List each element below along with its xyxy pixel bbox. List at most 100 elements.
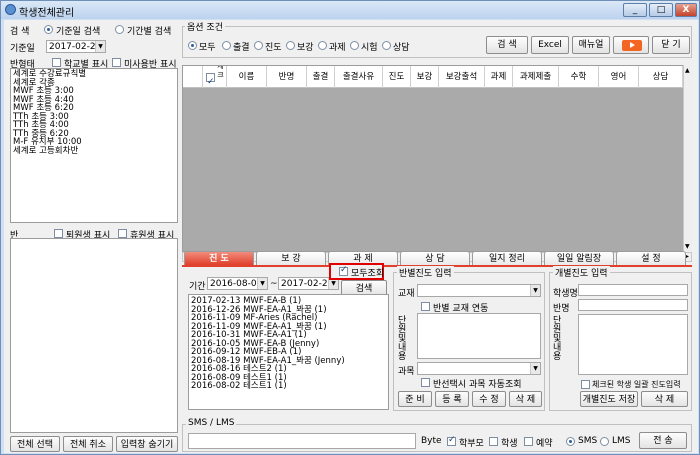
progress-entry-list[interactable]: 2017-02-13 MWF-EA-B (1) 2016-12-26 MWF-E…	[188, 294, 389, 410]
scroll-up-icon[interactable]: ▲	[685, 67, 690, 74]
radio-homework[interactable]	[318, 41, 327, 50]
textbook-select[interactable]: ▼	[417, 284, 541, 297]
tab-progress[interactable]: 진 도	[184, 251, 254, 265]
tab-settings[interactable]: 설 정	[616, 251, 686, 265]
grid-header-counsel[interactable]: 상담	[639, 66, 683, 88]
student-grid[interactable]: 체크 이름 반명 출결 출결사유 진도 보강 보강출석 과제 과제제출 수학 영…	[182, 65, 692, 252]
save-individual-button[interactable]: 개별진도 저장	[580, 391, 638, 407]
class-name-label: 반명	[553, 304, 570, 314]
chevron-down-icon[interactable]: ▼	[530, 285, 540, 296]
chevron-down-icon[interactable]: ▼	[530, 363, 540, 374]
grid-header-makeup[interactable]: 보강	[411, 66, 439, 88]
sms-message-field[interactable]	[188, 433, 416, 449]
send-button[interactable]: 전 송	[639, 432, 687, 449]
individual-delete-button[interactable]: 삭 제	[641, 391, 688, 407]
title-bar: 학생전체관리 _ □ X	[1, 1, 699, 19]
check-show-unused-class[interactable]	[112, 58, 121, 67]
check-parent[interactable]	[447, 435, 456, 446]
video-help-button[interactable]	[613, 36, 649, 54]
video-icon	[622, 40, 642, 51]
student-name-field[interactable]	[578, 284, 688, 296]
grid-header-attendance[interactable]: 출결	[307, 66, 335, 88]
radio-all[interactable]	[188, 41, 197, 50]
grid-check-all[interactable]	[206, 71, 215, 93]
check-student[interactable]	[489, 437, 498, 446]
check-reserve[interactable]	[524, 437, 533, 446]
class-unit-textarea[interactable]	[417, 313, 541, 359]
check-batch-progress[interactable]	[581, 380, 590, 389]
grid-header-check[interactable]: 체크	[203, 65, 227, 93]
radio-base-date-search-label: 기준일 검색	[56, 27, 101, 37]
period-from-picker[interactable]: 2016-08-01 ▼	[207, 277, 268, 290]
radio-progress[interactable]	[254, 41, 263, 50]
window-title: 학생전체관리	[19, 8, 75, 19]
radio-makeup-label: 보강	[297, 43, 314, 53]
manual-button[interactable]: 매뉴얼	[572, 36, 610, 54]
period-label: 기간	[189, 282, 206, 292]
radio-sms-label: SMS	[578, 436, 598, 446]
show-all-label: 모두조회	[351, 269, 385, 279]
check-show-withdrawn[interactable]	[54, 229, 63, 238]
deselect-all-button[interactable]: 전체 취소	[63, 436, 113, 452]
search-label: 검 색	[10, 27, 30, 37]
check-show-by-school[interactable]	[52, 58, 61, 67]
edit-button[interactable]: 수 정	[472, 391, 506, 407]
chevron-down-icon[interactable]: ▼	[95, 41, 105, 52]
radio-makeup[interactable]	[286, 41, 295, 50]
radio-exam[interactable]	[350, 41, 359, 50]
radio-base-date-search[interactable]	[44, 25, 53, 34]
base-date-picker[interactable]: 2017-02-21 ▼	[46, 40, 106, 53]
check-auto-subject[interactable]	[421, 378, 430, 387]
grid-header-makeup-attend[interactable]: 보강출석	[439, 66, 485, 88]
grid-header-class[interactable]: 반명	[267, 66, 307, 88]
check-reserve-label: 예약	[536, 439, 553, 449]
progress-entry[interactable]: 2016-08-02 테스트1 (1)	[189, 382, 388, 391]
class-list[interactable]: 세계로 수강료규칙별 세계로 각종 MWF 초등 3:00 MWF 초등 4:4…	[10, 68, 178, 223]
check-link-textbook[interactable]	[421, 302, 430, 311]
tab-makeup[interactable]: 보 강	[256, 251, 326, 265]
grid-header-name[interactable]: 이름	[227, 66, 267, 88]
grid-row-header-corner	[183, 66, 203, 88]
tab-journal[interactable]: 일지 정리	[472, 251, 542, 265]
prepare-button[interactable]: 준 비	[398, 391, 432, 407]
scroll-down-icon[interactable]: ▼	[685, 243, 690, 250]
close-window-button[interactable]: X	[675, 3, 697, 17]
individual-unit-textarea[interactable]	[578, 314, 688, 375]
class-name-field[interactable]	[578, 299, 688, 311]
radio-progress-label: 진도	[265, 43, 282, 53]
grid-header-english[interactable]: 영어	[599, 66, 639, 88]
student-list[interactable]	[10, 238, 178, 433]
select-all-button[interactable]: 전체 선택	[10, 436, 60, 452]
radio-lms[interactable]	[600, 437, 609, 446]
tab-daily-notice[interactable]: 일일 알림장	[544, 251, 614, 265]
grid-header-homework-submit[interactable]: 과제제출	[513, 66, 559, 88]
show-all-checkbox[interactable]	[339, 265, 348, 276]
grid-header-attendance-reason[interactable]: 출결사유	[335, 66, 383, 88]
chevron-down-icon[interactable]: ▼	[257, 278, 267, 289]
individual-progress-title: 개별진도 입력	[553, 266, 610, 279]
grid-header-homework[interactable]: 과제	[485, 66, 513, 88]
radio-sms[interactable]	[566, 437, 575, 446]
radio-period-search[interactable]	[115, 25, 124, 34]
hide-input-button[interactable]: 입력창 숨기기	[116, 436, 178, 452]
subject-select[interactable]: ▼	[417, 362, 541, 375]
radio-attendance-label: 출결	[233, 43, 250, 53]
search-button[interactable]: 검 색	[486, 36, 528, 54]
check-show-on-leave[interactable]	[118, 229, 127, 238]
grid-header-check-label: 체크	[217, 65, 224, 79]
tab-counsel[interactable]: 상 담	[400, 251, 470, 265]
grid-header-math[interactable]: 수학	[559, 66, 599, 88]
minimize-button[interactable]: _	[623, 3, 647, 17]
close-button[interactable]: 닫 기	[652, 36, 690, 54]
register-button[interactable]: 등 록	[435, 391, 469, 407]
radio-attendance[interactable]	[222, 41, 231, 50]
grid-header-progress[interactable]: 진도	[383, 66, 411, 88]
excel-button[interactable]: Excel	[531, 36, 569, 54]
radio-counsel[interactable]	[382, 41, 391, 50]
class-unit-label: 단원 및 내용	[398, 316, 407, 362]
grid-vertical-scrollbar[interactable]: ▲ ▼	[683, 65, 692, 252]
delete-button[interactable]: 삭 제	[509, 391, 542, 407]
class-list-item[interactable]: 세계로 고등회차반	[11, 146, 177, 156]
radio-lms-label: LMS	[612, 436, 631, 446]
maximize-button[interactable]: □	[649, 3, 673, 17]
